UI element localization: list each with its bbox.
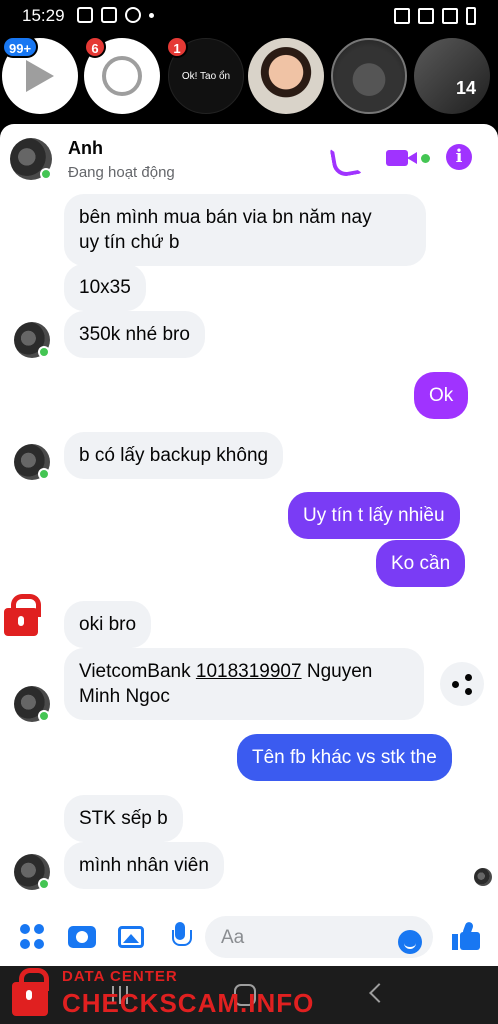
image-icon[interactable] [118,926,144,948]
contact-status: Đang hoạt động [68,164,175,181]
message-incoming[interactable]: mình nhân viên [64,842,224,889]
system-icons [394,7,476,25]
messenger-icon [102,56,142,96]
video-icon[interactable] [386,144,430,172]
chat-heads-bar: 99+ 6 Ok! Tao ổn 1 14 [0,32,498,156]
message-outgoing[interactable]: Ko cần [376,540,466,587]
photo-notification-icon [101,7,117,23]
watermark-bottom: DATA CENTER CHECKSCAM.INFO [6,962,313,1022]
battery-icon [466,7,476,25]
message-incoming[interactable]: b có lấy backup không [64,432,284,479]
status-time: 15:29 [22,6,65,25]
online-indicator [38,878,50,890]
online-indicator [38,468,50,480]
lock-icon [4,594,41,636]
chat-head-active[interactable] [331,38,407,114]
mic-icon[interactable] [172,922,192,952]
unread-badge: 1 [166,36,188,58]
message-outgoing[interactable]: Ok [414,372,469,419]
lock-icon [12,968,49,1016]
message-incoming[interactable]: STK sếp b [64,795,183,842]
notification-icons [77,7,154,23]
chat-head-person[interactable] [248,38,324,114]
play-icon [26,60,54,92]
message-input-placeholder: Aa [221,927,245,948]
online-indicator [38,346,50,358]
message-incoming[interactable]: 350k nhé bro [64,311,205,358]
message-incoming[interactable]: oki bro [64,601,152,648]
camera-icon[interactable] [68,926,96,948]
mute-icon [394,8,410,24]
story-text: Ok! Tao ổn [181,71,231,82]
apps-icon[interactable] [20,924,46,950]
jersey-number: 14 [456,78,477,98]
online-dot [421,154,430,163]
conversation-header: Anh Đang hoạt động i [0,124,498,192]
online-indicator [40,168,52,180]
composer-bar: Aa [0,908,498,966]
contact-name[interactable]: Anh [68,138,103,159]
chat-head-team[interactable]: 14 [414,38,490,114]
message-incoming[interactable]: 10x35 [64,264,146,311]
seen-avatar [474,868,492,886]
share-icon[interactable] [440,662,484,706]
messenger-notification-icon [125,7,141,23]
gallery-notification-icon [77,7,93,23]
back-button[interactable] [369,983,389,1003]
emoji-icon[interactable] [398,930,422,954]
message-incoming[interactable]: bên mình mua bán via bn năm nay uy tín c… [64,194,426,266]
unread-badge: 6 [84,36,106,58]
account-number-link[interactable]: 1018319907 [196,661,302,682]
unread-badge: 99+ [2,36,39,58]
info-icon[interactable]: i [446,144,472,170]
more-notifications-icon [149,13,154,18]
message-list[interactable]: bên mình mua bán via bn năm nay uy tín c… [0,192,498,908]
wifi-icon [418,8,434,24]
like-icon[interactable] [452,922,482,952]
message-incoming-bank[interactable]: VietcomBank 1018319907 Nguyen Minh Ngoc [64,648,424,720]
message-outgoing[interactable]: Tên fb khác vs stk the [237,734,452,781]
signal-icon [442,8,458,24]
status-bar: 15:29 [0,0,498,32]
phone-icon[interactable] [328,144,358,172]
message-outgoing[interactable]: Uy tín t lấy nhiều [288,492,460,539]
watermark-side: DATA CENTER CHECKSCAM.INFO [4,594,48,844]
